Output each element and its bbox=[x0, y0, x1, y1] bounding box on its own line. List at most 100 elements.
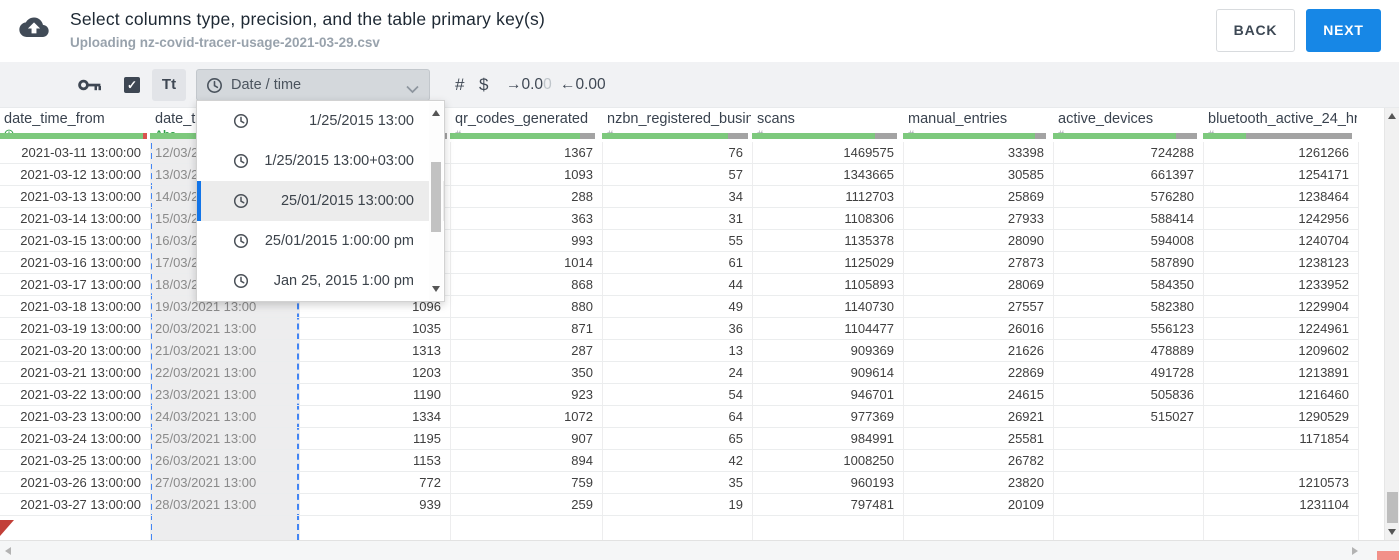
table-cell[interactable]: 2021-03-18 13:00:00 bbox=[0, 296, 150, 317]
table-cell[interactable]: 49 bbox=[602, 296, 752, 317]
table-cell[interactable]: 30585 bbox=[903, 164, 1053, 185]
table-cell[interactable]: 1171854 bbox=[1203, 428, 1358, 449]
table-cell[interactable]: 1233952 bbox=[1203, 274, 1358, 295]
table-cell[interactable]: 2021-03-21 13:00:00 bbox=[0, 362, 150, 383]
table-cell[interactable] bbox=[1053, 472, 1203, 493]
table-cell[interactable]: 505836 bbox=[1053, 384, 1203, 405]
table-cell[interactable]: 259 bbox=[450, 494, 602, 515]
table-cell[interactable]: 350 bbox=[450, 362, 602, 383]
table-cell[interactable]: 1210573 bbox=[1203, 472, 1358, 493]
table-cell[interactable]: 33398 bbox=[903, 142, 1053, 163]
scroll-up-icon[interactable] bbox=[432, 110, 440, 116]
table-cell[interactable]: 27557 bbox=[903, 296, 1053, 317]
table-cell[interactable]: 1229904 bbox=[1203, 296, 1358, 317]
table-cell[interactable]: 909614 bbox=[752, 362, 903, 383]
table-cell[interactable]: 1231104 bbox=[1203, 494, 1358, 515]
table-cell[interactable]: 576280 bbox=[1053, 186, 1203, 207]
scroll-right-icon[interactable] bbox=[1352, 547, 1358, 555]
dropdown-scrollbar-thumb[interactable] bbox=[431, 162, 441, 232]
table-cell[interactable]: 34 bbox=[602, 186, 752, 207]
integer-type-button[interactable]: # bbox=[455, 62, 464, 108]
table-cell[interactable]: 894 bbox=[450, 450, 602, 471]
table-cell[interactable]: 1195 bbox=[299, 428, 450, 449]
table-cell[interactable] bbox=[1053, 494, 1203, 515]
table-cell[interactable]: 13 bbox=[602, 340, 752, 361]
table-cell[interactable]: 19 bbox=[602, 494, 752, 515]
table-cell[interactable]: 65 bbox=[602, 428, 752, 449]
table-cell[interactable]: 21626 bbox=[903, 340, 1053, 361]
table-cell[interactable]: 1008250 bbox=[752, 450, 903, 471]
table-cell[interactable]: 2021-03-22 13:00:00 bbox=[0, 384, 150, 405]
primary-key-icon[interactable] bbox=[78, 77, 102, 93]
table-cell[interactable]: 1112703 bbox=[752, 186, 903, 207]
table-cell[interactable]: 1261266 bbox=[1203, 142, 1358, 163]
table-cell[interactable]: 871 bbox=[450, 318, 602, 339]
table-cell[interactable]: 27933 bbox=[903, 208, 1053, 229]
table-cell[interactable]: 1108306 bbox=[752, 208, 903, 229]
table-cell[interactable]: 2021-03-27 13:00:00 bbox=[0, 494, 150, 515]
table-cell[interactable]: 1093 bbox=[450, 164, 602, 185]
table-cell[interactable]: 977369 bbox=[752, 406, 903, 427]
table-cell[interactable]: 2021-03-15 13:00:00 bbox=[0, 230, 150, 251]
table-cell[interactable]: 582380 bbox=[1053, 296, 1203, 317]
table-cell[interactable]: 20109 bbox=[903, 494, 1053, 515]
table-cell[interactable]: 2021-03-17 13:00:00 bbox=[0, 274, 150, 295]
table-cell[interactable] bbox=[1053, 450, 1203, 471]
table-cell[interactable]: 1035 bbox=[299, 318, 450, 339]
dropdown-option[interactable]: 25/01/2015 13:00:00 bbox=[197, 181, 444, 221]
text-type-button[interactable]: Tt bbox=[152, 69, 186, 101]
scroll-down-icon[interactable] bbox=[432, 286, 440, 292]
table-cell[interactable]: 2021-03-14 13:00:00 bbox=[0, 208, 150, 229]
table-cell[interactable]: 1105893 bbox=[752, 274, 903, 295]
table-cell[interactable]: 1014 bbox=[450, 252, 602, 273]
table-cell[interactable]: 26782 bbox=[903, 450, 1053, 471]
table-cell[interactable]: 478889 bbox=[1053, 340, 1203, 361]
table-cell[interactable]: 909369 bbox=[752, 340, 903, 361]
table-cell[interactable]: 724288 bbox=[1053, 142, 1203, 163]
table-cell[interactable]: 24/03/2021 13:00 bbox=[150, 406, 299, 427]
column-header-date_time_from[interactable]: date_time_from bbox=[4, 111, 148, 129]
table-cell[interactable]: 1104477 bbox=[752, 318, 903, 339]
table-cell[interactable]: 55 bbox=[602, 230, 752, 251]
table-cell[interactable]: 1313 bbox=[299, 340, 450, 361]
table-cell[interactable]: 54 bbox=[602, 384, 752, 405]
column-header-scans[interactable]: scans bbox=[757, 111, 902, 129]
table-cell[interactable]: 76 bbox=[602, 142, 752, 163]
scroll-left-icon[interactable] bbox=[5, 547, 11, 555]
table-cell[interactable]: 556123 bbox=[1053, 318, 1203, 339]
table-cell[interactable]: 22869 bbox=[903, 362, 1053, 383]
table-cell[interactable]: 939 bbox=[299, 494, 450, 515]
table-cell[interactable]: 1290529 bbox=[1203, 406, 1358, 427]
next-button[interactable]: NEXT bbox=[1306, 9, 1381, 52]
table-cell[interactable]: 923 bbox=[450, 384, 602, 405]
table-cell[interactable]: 2021-03-13 13:00:00 bbox=[0, 186, 150, 207]
table-cell[interactable]: 2021-03-19 13:00:00 bbox=[0, 318, 150, 339]
table-cell[interactable]: 1072 bbox=[450, 406, 602, 427]
dropdown-option[interactable]: Jan 25, 2015 1:00 pm bbox=[197, 261, 444, 301]
table-cell[interactable]: 64 bbox=[602, 406, 752, 427]
table-cell[interactable]: 984991 bbox=[752, 428, 903, 449]
table-cell[interactable]: 1238123 bbox=[1203, 252, 1358, 273]
table-cell[interactable]: 946701 bbox=[752, 384, 903, 405]
horizontal-scrollbar[interactable] bbox=[0, 540, 1399, 560]
table-cell[interactable]: 594008 bbox=[1053, 230, 1203, 251]
vertical-scrollbar-thumb[interactable] bbox=[1387, 492, 1398, 523]
decrease-decimal-button[interactable]: ←0.00 bbox=[560, 62, 606, 108]
table-cell[interactable]: 1242956 bbox=[1203, 208, 1358, 229]
table-cell[interactable]: 25869 bbox=[903, 186, 1053, 207]
table-cell[interactable]: 491728 bbox=[1053, 362, 1203, 383]
table-cell[interactable]: 2021-03-26 13:00:00 bbox=[0, 472, 150, 493]
table-cell[interactable]: 287 bbox=[450, 340, 602, 361]
table-cell[interactable]: 1343665 bbox=[752, 164, 903, 185]
table-cell[interactable]: 584350 bbox=[1053, 274, 1203, 295]
vertical-scrollbar[interactable] bbox=[1384, 108, 1399, 540]
datetime-format-select[interactable]: Date / time bbox=[196, 69, 430, 101]
column-header-manual_entries[interactable]: manual_entries bbox=[908, 111, 1052, 129]
table-cell[interactable]: 57 bbox=[602, 164, 752, 185]
increase-decimal-button[interactable]: →0.00 bbox=[506, 62, 552, 108]
table-cell[interactable]: 23820 bbox=[903, 472, 1053, 493]
table-cell[interactable]: 1190 bbox=[299, 384, 450, 405]
dropdown-scrollbar[interactable] bbox=[429, 102, 443, 300]
table-cell[interactable]: 759 bbox=[450, 472, 602, 493]
table-cell[interactable]: 2021-03-25 13:00:00 bbox=[0, 450, 150, 471]
